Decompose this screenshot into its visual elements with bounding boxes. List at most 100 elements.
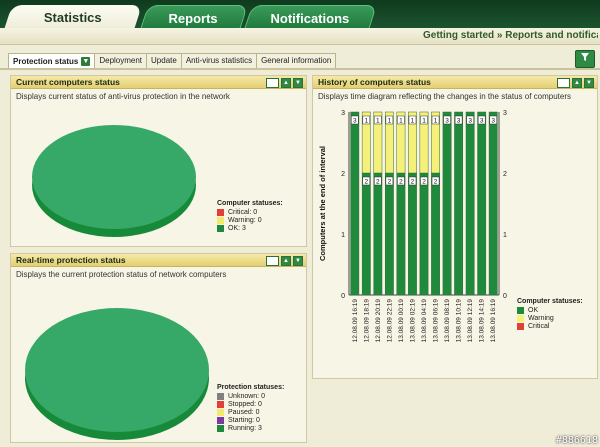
panel-current-status: Current computers status ▲ ▼ Displays cu… [10,75,307,247]
legend-item-ok: OK [517,307,583,314]
x-tick-label: 13.08.09 02:19 [409,299,416,343]
arrow-down-icon[interactable]: ▼ [584,78,594,88]
legend-realtime: Protection statuses: Unknown: 0 Stopped:… [217,384,284,433]
tab-reports[interactable]: Reports [139,5,249,30]
x-tick-label: 12.08.09 16:19 [352,299,359,343]
legend-item-critical: Critical [517,323,583,330]
legend-item-starting: Starting: 0 [217,417,284,424]
legend-label: Stopped: 0 [228,401,262,408]
x-tick-label: 13.08.09 14:19 [479,299,486,343]
data-label: 1 [376,118,380,125]
restore-icon[interactable] [266,78,279,88]
subtab-general-information[interactable]: General information [256,53,337,68]
panel-controls: ▲ ▼ [557,78,594,88]
tab-notifications[interactable]: Notifications [243,5,378,30]
arrow-up-icon[interactable]: ▲ [281,256,291,266]
main-area: Getting started » Reports and notifica P… [0,28,600,447]
x-tick-label: 13.08.09 16:19 [490,299,497,343]
y-tick-label-right: 2 [503,171,507,178]
panel-description: Displays time diagram reflecting the cha… [318,92,572,101]
bar-segment-ok [488,111,498,296]
legend-label: OK: 3 [228,225,246,232]
y-tick-label-left: 1 [341,232,345,239]
top-tab-bar: Statistics Reports Notifications [0,0,600,30]
x-tick-label: 13.08.09 00:19 [398,299,405,343]
legend-swatch [217,217,224,224]
data-label: 3 [491,118,495,125]
legend-item-stopped: Stopped: 0 [217,401,284,408]
watermark: #886618 [555,435,598,446]
panel-controls: ▲ ▼ [266,256,303,266]
legend-label: OK [528,307,539,314]
bar-segment-ok [442,111,452,296]
legend-swatch [217,225,224,232]
panel-title: Real-time protection status ▲ ▼ [11,254,306,267]
legend-swatch [517,323,524,330]
bar-segment-ok [396,172,406,296]
legend-swatch [217,409,224,416]
sub-tab-bar: Protection status ▼ Deployment Update An… [8,53,337,69]
restore-icon[interactable] [557,78,570,88]
data-label: 1 [411,118,415,125]
bar-segment-ok [431,172,440,296]
legend-title: Computer statuses: [517,298,583,305]
chevron-down-icon[interactable]: ▼ [81,57,91,66]
legend-swatch [217,425,224,432]
legend-swatch [217,417,224,424]
subtab-update[interactable]: Update [146,53,182,68]
bar-segment-ok [454,111,464,296]
data-label: 2 [388,179,392,186]
legend-item-paused: Paused: 0 [217,409,284,416]
data-label: 3 [353,118,357,125]
data-label: 3 [480,118,484,125]
arrow-up-icon[interactable]: ▲ [281,78,291,88]
panel-description: Displays current status of anti-virus pr… [16,92,230,101]
x-tick-label: 13.08.09 06:19 [433,299,440,343]
arrow-up-icon[interactable]: ▲ [572,78,582,88]
legend-current: Computer statuses: Critical: 0 Warning: … [217,200,283,233]
legend-title: Protection statuses: [217,384,285,391]
y-tick-label-right: 1 [503,232,507,239]
legend-label: Warning: 0 [228,217,262,224]
y-tick-label-right: 0 [503,293,507,300]
panel-title: History of computers status ▲ ▼ [313,76,597,89]
legend-label: Unknown: 0 [228,393,265,400]
legend-item-running: Running: 3 [217,425,284,432]
data-label: 3 [457,118,461,125]
legend-item-warning: Warning [517,315,583,322]
data-label: 1 [388,118,392,125]
x-tick-label: 13.08.09 12:19 [467,299,474,343]
bar-segment-ok [361,172,371,296]
restore-icon[interactable] [266,256,279,266]
arrow-down-icon[interactable]: ▼ [293,256,303,266]
y-tick-label-left: 3 [341,110,345,117]
legend-swatch [217,209,224,216]
legend-history: Computer statuses: OK Warning Critical [517,298,583,331]
subtab-antivirus-statistics[interactable]: Anti-virus statistics [180,53,258,68]
legend-item-unknown: Unknown: 0 [217,393,284,400]
bar-segment-ok [350,111,360,296]
data-label: 3 [445,118,449,125]
x-tick-label: 13.08.09 08:19 [444,299,451,343]
subtab-protection-status[interactable]: Protection status ▼ [8,53,96,69]
data-label: 2 [434,179,438,186]
tab-statistics[interactable]: Statistics [3,5,143,30]
legend-swatch [217,401,224,408]
x-tick-label: 12.08.09 20:19 [375,299,382,343]
data-label: 1 [364,118,368,125]
data-label: 2 [399,179,403,186]
subtab-deployment[interactable]: Deployment [94,53,148,68]
breadcrumb[interactable]: Getting started » Reports and notifica [423,30,598,41]
data-label: 3 [468,118,472,125]
panel-controls: ▲ ▼ [266,78,303,88]
data-label: 1 [399,118,403,125]
history-bar-chart: 0 01 12 23 3Computers at the end of interval… [318,110,507,343]
pie-chart-current [32,125,196,237]
breadcrumb-bar: Getting started » Reports and notifica [0,28,600,45]
data-label: 2 [376,179,380,186]
data-label: 2 [422,179,426,186]
y-tick-label-left: 2 [341,171,345,178]
legend-swatch [517,307,524,314]
filter-icon[interactable] [575,50,595,68]
arrow-down-icon[interactable]: ▼ [293,78,303,88]
